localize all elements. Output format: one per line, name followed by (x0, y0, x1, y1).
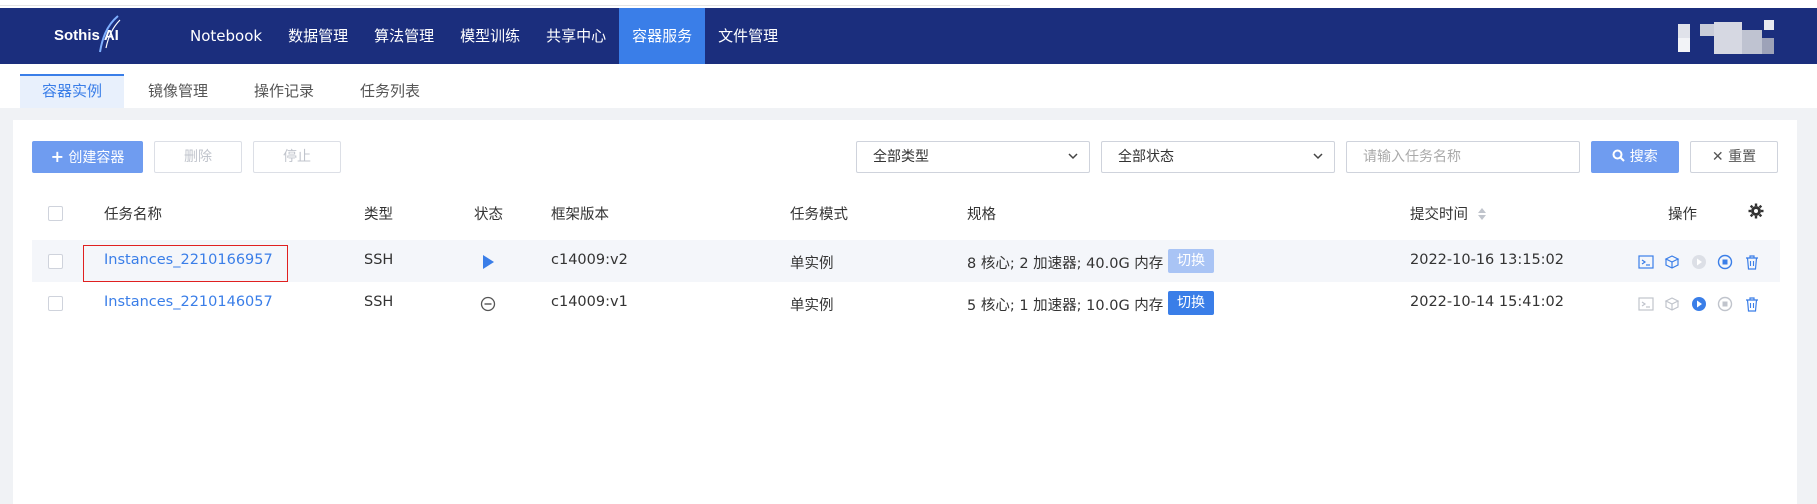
reset-button[interactable]: ✕ 重置 (1690, 141, 1778, 173)
main-nav: Notebook 数据管理 算法管理 模型训练 共享中心 容器服务 文件管理 (177, 8, 791, 64)
framework-version: c14009:v1 (551, 294, 628, 310)
header-type: 类型 (364, 207, 393, 223)
nav-container-service[interactable]: 容器服务 (619, 8, 706, 64)
nav-algorithm-management[interactable]: 算法管理 (361, 8, 447, 64)
chevron-down-icon (1067, 142, 1079, 184)
row-checkbox[interactable] (48, 296, 63, 311)
browser-strip (0, 0, 1817, 8)
tab-image-management[interactable]: 镜像管理 (134, 74, 222, 108)
stopped-status-icon (480, 296, 496, 316)
tab-task-list[interactable]: 任务列表 (346, 74, 434, 108)
create-container-label: 创建容器 (68, 150, 125, 166)
stop-icon[interactable] (1717, 254, 1733, 270)
delete-icon[interactable] (1744, 254, 1760, 270)
top-navbar: Sothis AI Notebook 数据管理 算法管理 模型训练 共享中心 容器… (0, 0, 1817, 64)
type-select[interactable]: 全部类型 (856, 141, 1090, 173)
stop-icon[interactable] (1717, 296, 1733, 312)
header-submit-time[interactable]: 提交时间 (1410, 203, 1487, 225)
terminal-icon[interactable] (1638, 296, 1654, 312)
terminal-icon[interactable] (1638, 254, 1654, 270)
start-icon[interactable] (1691, 296, 1707, 312)
plus-icon: + (50, 147, 64, 166)
reset-label: 重置 (1728, 149, 1757, 165)
switch-button[interactable]: 切换 (1168, 291, 1214, 315)
framework-version: c14009:v2 (551, 252, 628, 268)
submit-time: 2022-10-16 13:15:02 (1410, 252, 1564, 268)
delete-icon[interactable] (1744, 296, 1760, 312)
sort-icon[interactable] (1477, 207, 1487, 225)
delete-button[interactable]: 删除 (154, 141, 242, 173)
type-select-value: 全部类型 (873, 149, 929, 165)
gear-icon[interactable] (1748, 203, 1764, 223)
start-icon[interactable] (1691, 254, 1707, 270)
task-name-link[interactable]: Instances_2210146057 (104, 294, 273, 310)
submit-time: 2022-10-14 15:41:02 (1410, 294, 1564, 310)
submit-time-label: 提交时间 (1410, 207, 1468, 223)
search-icon (1612, 149, 1629, 165)
status-select-value: 全部状态 (1118, 149, 1174, 165)
search-label: 搜索 (1629, 149, 1658, 165)
task-mode: 单实例 (790, 256, 834, 272)
nav-sharing-center[interactable]: 共享中心 (533, 8, 619, 64)
chevron-down-icon (1312, 142, 1324, 184)
logo-swoosh-icon (99, 15, 121, 53)
task-name-search-input[interactable]: 请输入任务名称 (1346, 141, 1580, 173)
task-type: SSH (364, 252, 394, 268)
tab-operation-log[interactable]: 操作记录 (240, 74, 328, 108)
task-mode: 单实例 (790, 298, 834, 314)
task-spec: 8 核心; 2 加速器; 40.0G 内存 (967, 256, 1164, 272)
nav-data-management[interactable]: 数据管理 (275, 8, 361, 64)
running-status-icon (481, 254, 495, 274)
nav-file-management[interactable]: 文件管理 (705, 8, 791, 64)
header-framework-version: 框架版本 (551, 207, 609, 223)
task-type: SSH (364, 294, 394, 310)
header-actions: 操作 (1668, 207, 1697, 223)
status-select[interactable]: 全部状态 (1101, 141, 1335, 173)
header-status: 状态 (474, 207, 503, 223)
close-icon: ✕ (1711, 149, 1724, 165)
nav-model-training[interactable]: 模型训练 (447, 8, 533, 64)
select-all-checkbox[interactable] (48, 206, 63, 221)
nav-notebook[interactable]: Notebook (177, 8, 275, 64)
image-save-icon[interactable] (1664, 254, 1680, 270)
logo-text: Sothis (54, 27, 100, 44)
user-avatar[interactable] (1668, 20, 1780, 62)
create-container-button[interactable]: + 创建容器 (32, 141, 143, 173)
image-save-icon[interactable] (1664, 296, 1680, 312)
stop-button[interactable]: 停止 (253, 141, 341, 173)
highlight-box (83, 245, 288, 282)
header-task-name: 任务名称 (104, 207, 162, 223)
app-logo[interactable]: Sothis AI (52, 15, 132, 54)
row-checkbox[interactable] (48, 254, 63, 269)
search-button[interactable]: 搜索 (1591, 141, 1679, 173)
tab-container-instances[interactable]: 容器实例 (20, 74, 124, 108)
switch-button[interactable]: 切换 (1168, 249, 1214, 273)
header-spec: 规格 (967, 207, 996, 223)
header-task-mode: 任务模式 (790, 207, 848, 223)
sub-tabs: 容器实例 镜像管理 操作记录 任务列表 (0, 64, 1817, 108)
task-spec: 5 核心; 1 加速器; 10.0G 内存 (967, 298, 1164, 314)
